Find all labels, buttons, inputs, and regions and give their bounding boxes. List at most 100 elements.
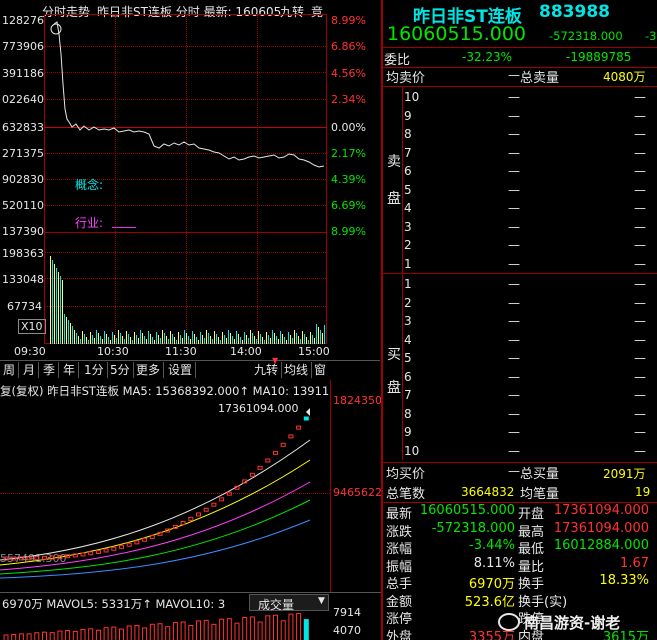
sell-row[interactable]: 9 — — [404, 109, 657, 127]
sell-row[interactable]: 2 — — [404, 238, 657, 256]
intraday-chart[interactable]: 分时走势 昨日非ST连板 分时 最新: 160605 九转 竞 128276 7… [0, 0, 380, 360]
kline-title: 复(复权) 昨日非ST连板 MA5: 15368392.000↑ MA10: 1… [0, 384, 330, 398]
volume-bar [144, 336, 145, 344]
sell-row[interactable]: 5 — — [404, 183, 657, 201]
candle [49, 555, 55, 560]
volume-bar [114, 335, 115, 344]
tab-junxian[interactable]: 均线 [281, 362, 313, 378]
sell-row[interactable]: 1 — — [404, 257, 657, 275]
buy-volume: — [634, 406, 646, 421]
time-label: 09:30 [14, 345, 46, 358]
volume-bar [284, 337, 285, 344]
volume-bar [260, 334, 261, 344]
time-label: 14:00 [230, 345, 262, 358]
buy-row[interactable]: 5 — — [404, 351, 657, 369]
volume-bar [116, 338, 117, 344]
volume-bar [252, 333, 253, 344]
volume-bar [230, 333, 231, 344]
tab-year[interactable]: 年 [60, 362, 80, 378]
buy-row[interactable]: 6 — — [404, 370, 657, 388]
volume-bar [94, 338, 95, 344]
tab-quarter[interactable]: 季 [40, 362, 60, 378]
book-divider [402, 274, 403, 460]
volume-bar [196, 337, 197, 344]
avg-trade-value: 19 [635, 485, 651, 499]
buy-row[interactable]: 1 — — [404, 277, 657, 295]
buy-row[interactable]: 7 — — [404, 388, 657, 406]
tab-5min[interactable]: 5分 [107, 362, 134, 378]
volume-bar [57, 630, 63, 640]
sell-row[interactable]: 4 — — [404, 201, 657, 219]
candle [219, 497, 225, 502]
stat-label: 外盘 [386, 629, 413, 640]
volume-level: 198363 [2, 247, 44, 260]
buy-row[interactable]: 4 — — [404, 333, 657, 351]
candle [149, 534, 155, 539]
buy-row[interactable]: 10 — — [404, 444, 657, 462]
volume-bar [186, 333, 187, 344]
buy-price: — [508, 332, 520, 347]
sell-volume: — [634, 127, 646, 141]
kline-chart[interactable]: 复(复权) 昨日非ST连板 MA5: 15368392.000↑ MA10: 1… [0, 380, 383, 592]
volume-indicator-select[interactable]: 成交量 ▼ [249, 594, 329, 612]
candle [196, 512, 201, 517]
buy-price: — [508, 351, 520, 365]
buy-row[interactable]: 8 — — [404, 407, 657, 425]
tab-settings[interactable]: 设置 [165, 362, 197, 378]
pct-level: 0.00% [331, 121, 366, 134]
stat-value: 17361094.000 [553, 503, 649, 518]
volume-bar [250, 330, 251, 344]
volume-bar [149, 623, 155, 640]
volume-bar [62, 280, 63, 344]
sell-row[interactable]: 6 — — [404, 164, 657, 182]
volume-bar [216, 334, 217, 344]
sell-price: — [508, 256, 520, 271]
buy-book: 买 盘 1 — — 2 — — 3 — — 4 — — 5 — — 6 — — 7 — — 8 — — 9 — — 10 — — [383, 274, 657, 460]
sell-volume: — [634, 201, 646, 215]
sell-row[interactable]: 7 — — [404, 146, 657, 164]
sell-level: 9 [404, 108, 412, 123]
volume-bar [294, 330, 295, 344]
volume-bar [276, 336, 277, 344]
volume-bar [138, 338, 139, 344]
buy-row[interactable]: 3 — — [404, 314, 657, 332]
total-buy-value: 2091万 [603, 467, 646, 481]
stat-label: 涨幅 [386, 542, 413, 557]
volume-axis-top: 7914 [333, 606, 361, 619]
volume-bar [106, 334, 107, 344]
pct-level: 8.99% [331, 225, 366, 238]
buy-row[interactable]: 9 — — [404, 425, 657, 443]
tab-week[interactable]: 周 [0, 362, 20, 378]
tab-month[interactable]: 月 [20, 362, 40, 378]
candle [18, 556, 24, 561]
candle [103, 548, 109, 553]
volume-bar [65, 629, 71, 640]
volume-bar [219, 618, 225, 640]
sell-row[interactable]: 10 — — [404, 90, 657, 108]
buy-price: — [508, 425, 520, 439]
buy-row[interactable]: 2 — — [404, 296, 657, 314]
time-label: 10:30 [97, 345, 129, 358]
volume-bar [170, 331, 171, 344]
volume-bar [286, 340, 287, 344]
x10-button[interactable]: X10 [18, 319, 46, 334]
tab-1min[interactable]: 1分 [81, 362, 108, 378]
tab-window[interactable]: 窗 [311, 362, 329, 378]
sell-row[interactable]: 3 — — [404, 220, 657, 238]
volume-bar [76, 333, 77, 344]
volume-bar [11, 633, 17, 640]
volume-bar [68, 320, 69, 344]
volume-bar [132, 340, 133, 344]
stat-label: 总手 [386, 577, 413, 592]
volume-bar [244, 332, 245, 344]
tab-more[interactable]: 更多 [133, 362, 165, 378]
sell-row[interactable]: 8 — — [404, 127, 657, 145]
volume-bar [160, 338, 161, 344]
volume-bar [142, 627, 148, 640]
buy-price: — [508, 388, 520, 402]
volume-bar [158, 335, 159, 344]
candle [288, 434, 294, 439]
sell-price: — [508, 182, 520, 197]
total-sell-label: 总卖量 [520, 71, 560, 86]
buy-level: 6 [404, 369, 412, 384]
